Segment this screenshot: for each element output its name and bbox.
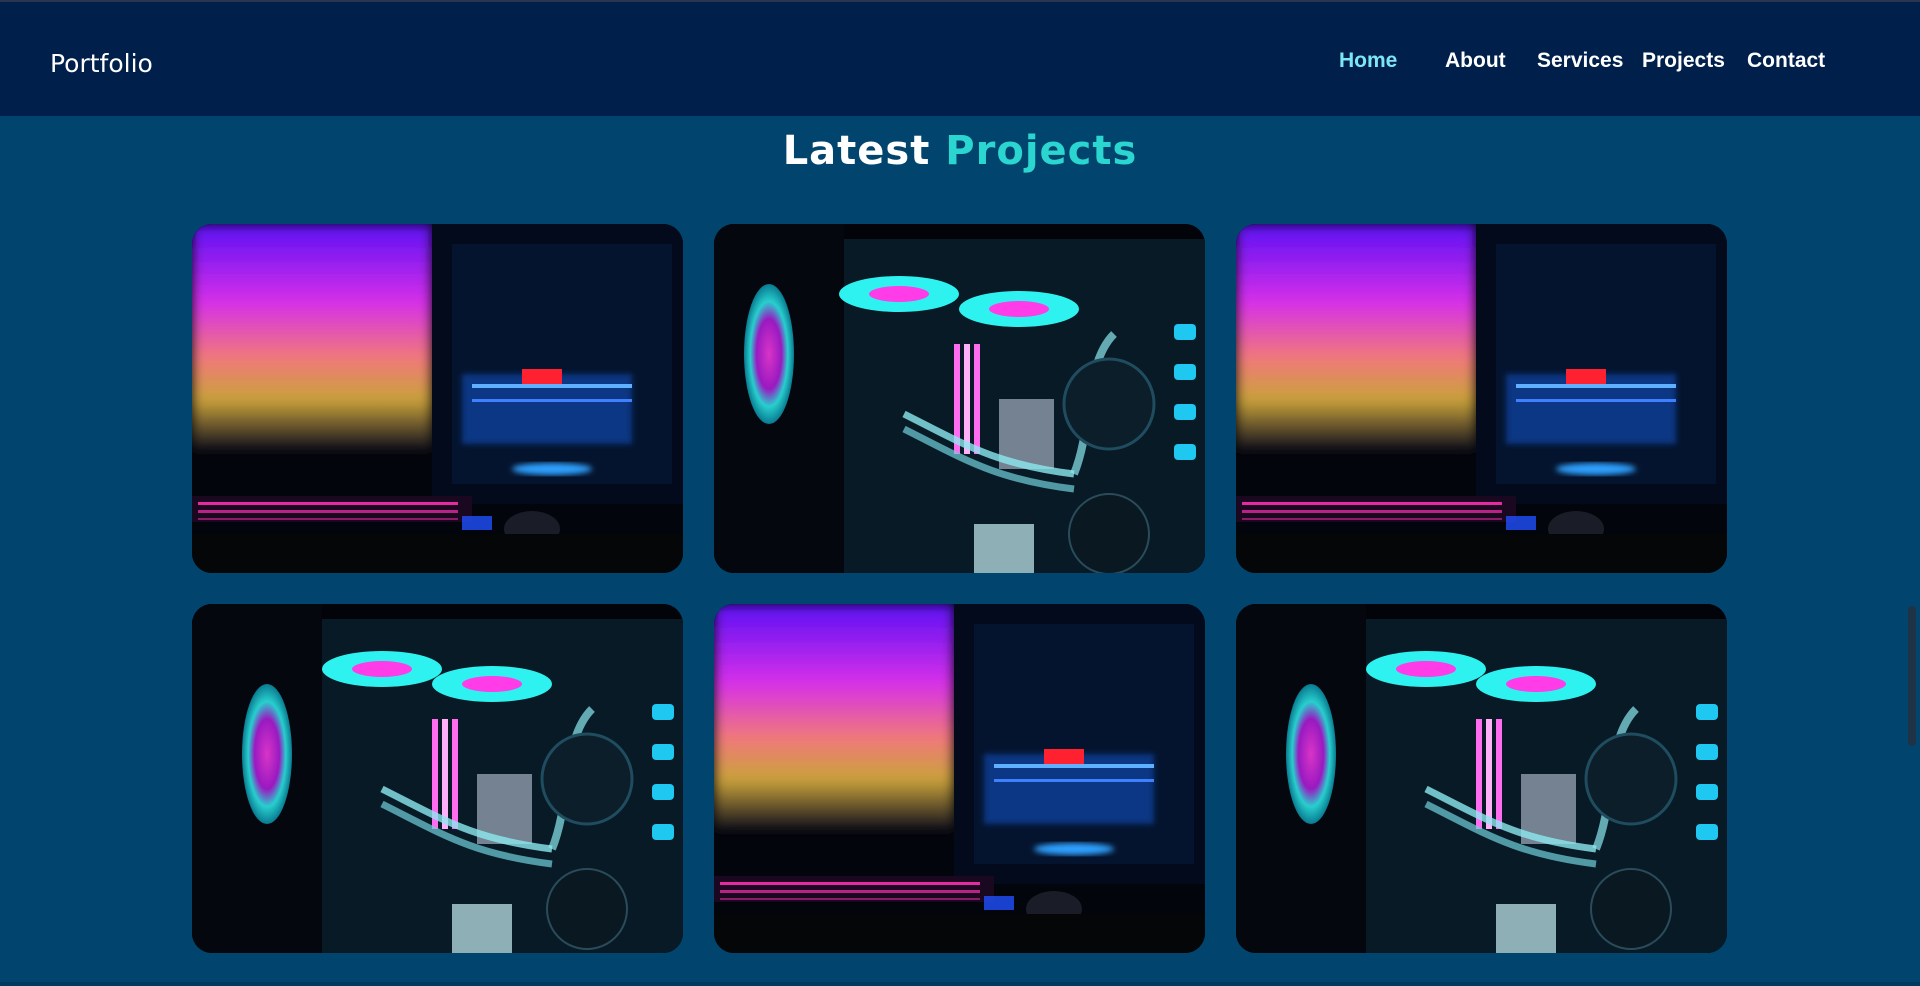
gaming-pc-water-cooling-image [714,224,1205,573]
section-title-accent: Projects [945,128,1138,174]
nav-projects-link[interactable]: Projects [1642,48,1725,74]
project-card-2[interactable] [714,224,1205,573]
gaming-pc-monitor-image [192,224,683,573]
gaming-pc-monitor-image [1236,224,1727,573]
gaming-pc-water-cooling-image [1236,604,1727,953]
logo[interactable]: Portfolio [50,49,153,79]
gaming-pc-monitor-image [714,604,1205,953]
gaming-pc-water-cooling-image [192,604,683,953]
project-card-6[interactable] [1236,604,1727,953]
project-card-1[interactable] [192,224,683,573]
project-card-3[interactable] [1236,224,1727,573]
section-title: Latest Projects [0,126,1920,176]
bottom-border [0,982,1920,986]
navbar: Portfolio Home About Services Projects C… [0,2,1920,116]
section-title-white: Latest [782,128,931,174]
nav-contact-link[interactable]: Contact [1747,48,1825,74]
scrollbar-thumb[interactable] [1908,606,1916,746]
project-card-5[interactable] [714,604,1205,953]
nav-services-link[interactable]: Services [1537,48,1623,74]
nav-about-link[interactable]: About [1445,48,1506,74]
nav-home-link[interactable]: Home [1339,48,1397,74]
project-card-4[interactable] [192,604,683,953]
